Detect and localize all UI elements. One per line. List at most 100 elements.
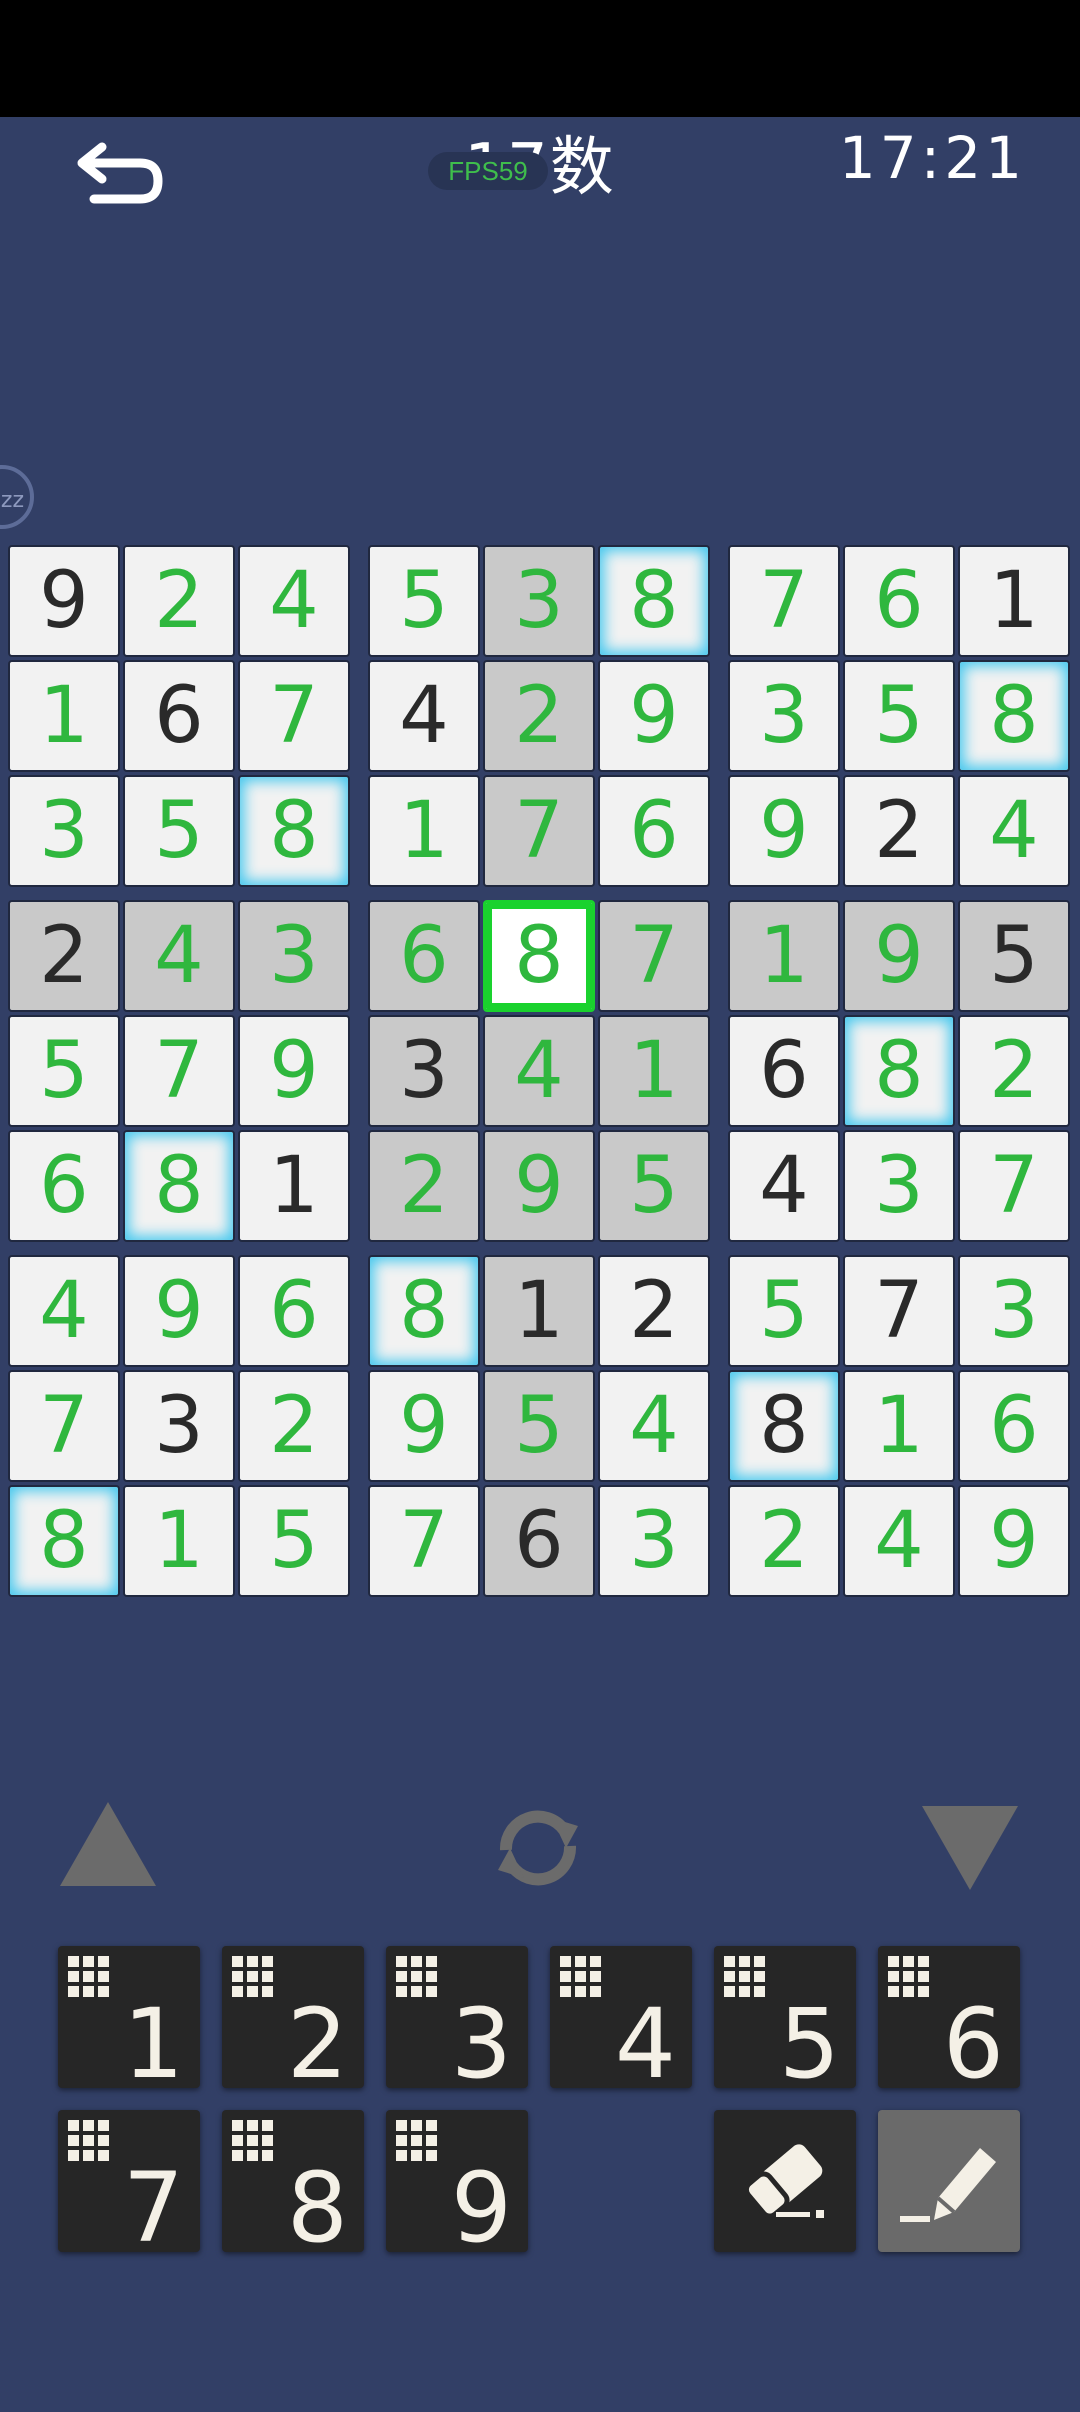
eraser-icon bbox=[743, 2144, 824, 2219]
sudoku-cell-r8c7[interactable]: 8 bbox=[728, 1370, 840, 1482]
sudoku-cell-r5c8[interactable]: 8 bbox=[843, 1015, 955, 1127]
sudoku-cell-r6c3[interactable]: 1 bbox=[238, 1130, 350, 1242]
sudoku-cell-r5c7[interactable]: 6 bbox=[728, 1015, 840, 1127]
pencil-icon bbox=[900, 2148, 996, 2222]
sudoku-cell-r3c6[interactable]: 6 bbox=[598, 775, 710, 887]
digit-key-6[interactable]: 6 bbox=[878, 1946, 1020, 2092]
sudoku-cell-r1c6[interactable]: 8 bbox=[598, 545, 710, 657]
sudoku-cell-r7c5[interactable]: 1 bbox=[483, 1255, 595, 1367]
sudoku-cell-r4c5[interactable]: 8 bbox=[483, 900, 595, 1012]
sudoku-cell-r1c3[interactable]: 4 bbox=[238, 545, 350, 657]
sudoku-cell-r3c8[interactable]: 2 bbox=[843, 775, 955, 887]
sudoku-cell-r4c1[interactable]: 2 bbox=[8, 900, 120, 1012]
sudoku-cell-r6c2[interactable]: 8 bbox=[123, 1130, 235, 1242]
sudoku-cell-r8c4[interactable]: 9 bbox=[368, 1370, 480, 1482]
sudoku-cell-r3c1[interactable]: 3 bbox=[8, 775, 120, 887]
sudoku-cell-r2c6[interactable]: 9 bbox=[598, 660, 710, 772]
sudoku-cell-r9c7[interactable]: 2 bbox=[728, 1485, 840, 1597]
sudoku-cell-r8c5[interactable]: 5 bbox=[483, 1370, 595, 1482]
sudoku-cell-r3c7[interactable]: 9 bbox=[728, 775, 840, 887]
sudoku-cell-r7c1[interactable]: 4 bbox=[8, 1255, 120, 1367]
sudoku-cell-r7c8[interactable]: 7 bbox=[843, 1255, 955, 1367]
sudoku-cell-r2c4[interactable]: 4 bbox=[368, 660, 480, 772]
sudoku-cell-r5c4[interactable]: 3 bbox=[368, 1015, 480, 1127]
sleep-badge[interactable]: zz bbox=[0, 465, 34, 529]
pencil-button[interactable] bbox=[878, 2110, 1020, 2252]
sudoku-cell-r6c8[interactable]: 3 bbox=[843, 1130, 955, 1242]
sudoku-cell-r8c9[interactable]: 6 bbox=[958, 1370, 1070, 1482]
sudoku-cell-r1c2[interactable]: 2 bbox=[123, 545, 235, 657]
sudoku-cell-r3c3[interactable]: 8 bbox=[238, 775, 350, 887]
sudoku-cell-r8c8[interactable]: 1 bbox=[843, 1370, 955, 1482]
sudoku-cell-r8c3[interactable]: 2 bbox=[238, 1370, 350, 1482]
sudoku-cell-r1c7[interactable]: 7 bbox=[728, 545, 840, 657]
arrow-up-button[interactable] bbox=[60, 1802, 156, 1886]
sudoku-cell-r4c2[interactable]: 4 bbox=[123, 900, 235, 1012]
digit-key-3[interactable]: 3 bbox=[386, 1946, 528, 2092]
sudoku-cell-r3c5[interactable]: 7 bbox=[483, 775, 595, 887]
sudoku-cell-r5c3[interactable]: 9 bbox=[238, 1015, 350, 1127]
sudoku-cell-r2c5[interactable]: 2 bbox=[483, 660, 595, 772]
sudoku-cell-r6c4[interactable]: 2 bbox=[368, 1130, 480, 1242]
digit-key-label: 1 bbox=[122, 1988, 184, 2100]
sudoku-cell-r9c9[interactable]: 9 bbox=[958, 1485, 1070, 1597]
sudoku-cell-r5c6[interactable]: 1 bbox=[598, 1015, 710, 1127]
digit-key-1[interactable]: 1 bbox=[58, 1946, 200, 2092]
digit-key-8[interactable]: 8 bbox=[222, 2110, 364, 2256]
sudoku-cell-r1c4[interactable]: 5 bbox=[368, 545, 480, 657]
sudoku-cell-r9c3[interactable]: 5 bbox=[238, 1485, 350, 1597]
sudoku-cell-r1c9[interactable]: 1 bbox=[958, 545, 1070, 657]
sudoku-cell-r7c9[interactable]: 3 bbox=[958, 1255, 1070, 1367]
sudoku-cell-r5c2[interactable]: 7 bbox=[123, 1015, 235, 1127]
sudoku-cell-r9c5[interactable]: 6 bbox=[483, 1485, 595, 1597]
sudoku-cell-r5c1[interactable]: 5 bbox=[8, 1015, 120, 1127]
sudoku-cell-r2c8[interactable]: 5 bbox=[843, 660, 955, 772]
sudoku-cell-r2c2[interactable]: 6 bbox=[123, 660, 235, 772]
sudoku-cell-r6c9[interactable]: 7 bbox=[958, 1130, 1070, 1242]
sudoku-cell-r9c8[interactable]: 4 bbox=[843, 1485, 955, 1597]
sudoku-cell-r4c6[interactable]: 7 bbox=[598, 900, 710, 1012]
sudoku-cell-r7c7[interactable]: 5 bbox=[728, 1255, 840, 1367]
digit-key-label: 6 bbox=[942, 1988, 1004, 2100]
sudoku-cell-r9c2[interactable]: 1 bbox=[123, 1485, 235, 1597]
sudoku-cell-r9c6[interactable]: 3 bbox=[598, 1485, 710, 1597]
sudoku-cell-r3c2[interactable]: 5 bbox=[123, 775, 235, 887]
sudoku-cell-r7c3[interactable]: 6 bbox=[238, 1255, 350, 1367]
sudoku-cell-r1c5[interactable]: 3 bbox=[483, 545, 595, 657]
sudoku-cell-r2c7[interactable]: 3 bbox=[728, 660, 840, 772]
arrow-down-button[interactable] bbox=[922, 1806, 1018, 1890]
sudoku-cell-r1c8[interactable]: 6 bbox=[843, 545, 955, 657]
sudoku-cell-r2c3[interactable]: 7 bbox=[238, 660, 350, 772]
sudoku-cell-r4c3[interactable]: 3 bbox=[238, 900, 350, 1012]
digit-key-2[interactable]: 2 bbox=[222, 1946, 364, 2092]
digit-key-7[interactable]: 7 bbox=[58, 2110, 200, 2256]
sudoku-cell-r4c8[interactable]: 9 bbox=[843, 900, 955, 1012]
sudoku-cell-r8c1[interactable]: 7 bbox=[8, 1370, 120, 1482]
sudoku-cell-r6c1[interactable]: 6 bbox=[8, 1130, 120, 1242]
sudoku-cell-r2c1[interactable]: 1 bbox=[8, 660, 120, 772]
sudoku-cell-r4c4[interactable]: 6 bbox=[368, 900, 480, 1012]
sudoku-cell-r6c7[interactable]: 4 bbox=[728, 1130, 840, 1242]
sudoku-cell-r3c9[interactable]: 4 bbox=[958, 775, 1070, 887]
sudoku-cell-r4c9[interactable]: 5 bbox=[958, 900, 1070, 1012]
sudoku-cell-r5c9[interactable]: 2 bbox=[958, 1015, 1070, 1127]
sudoku-cell-r7c6[interactable]: 2 bbox=[598, 1255, 710, 1367]
eraser-button[interactable] bbox=[714, 2110, 856, 2252]
sudoku-cell-r6c6[interactable]: 5 bbox=[598, 1130, 710, 1242]
sudoku-cell-r5c5[interactable]: 4 bbox=[483, 1015, 595, 1127]
sudoku-cell-r3c4[interactable]: 1 bbox=[368, 775, 480, 887]
sudoku-cell-r6c5[interactable]: 9 bbox=[483, 1130, 595, 1242]
digit-key-4[interactable]: 4 bbox=[550, 1946, 692, 2092]
sudoku-cell-r4c7[interactable]: 1 bbox=[728, 900, 840, 1012]
sudoku-cell-r8c6[interactable]: 4 bbox=[598, 1370, 710, 1482]
sudoku-cell-r9c4[interactable]: 7 bbox=[368, 1485, 480, 1597]
digit-key-5[interactable]: 5 bbox=[714, 1946, 856, 2092]
sudoku-cell-r7c4[interactable]: 8 bbox=[368, 1255, 480, 1367]
sudoku-cell-r8c2[interactable]: 3 bbox=[123, 1370, 235, 1482]
sudoku-cell-r7c2[interactable]: 9 bbox=[123, 1255, 235, 1367]
refresh-icon[interactable] bbox=[486, 1798, 590, 1898]
sudoku-cell-r2c9[interactable]: 8 bbox=[958, 660, 1070, 772]
sudoku-cell-r1c1[interactable]: 9 bbox=[8, 545, 120, 657]
digit-key-9[interactable]: 9 bbox=[386, 2110, 528, 2256]
sudoku-cell-r9c1[interactable]: 8 bbox=[8, 1485, 120, 1597]
